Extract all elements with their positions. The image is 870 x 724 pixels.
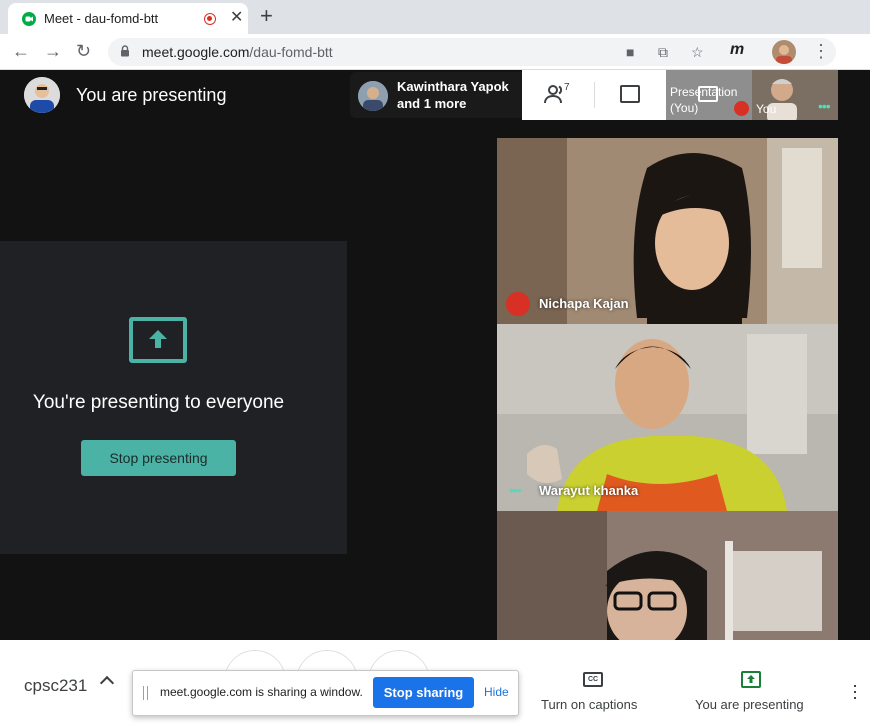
camera-icon[interactable]: ■ [626,43,634,61]
present-now-icon[interactable] [741,671,761,688]
close-tab-icon[interactable]: ✕ [230,9,243,27]
mic-off-icon [734,101,749,116]
url-text: meet.google.com/dau-fomd-btt [142,44,333,60]
video-tile[interactable]: ••• Warayut khanka [497,324,838,511]
sharing-notification: meet.google.com is sharing a window. Sto… [132,670,519,716]
lock-icon [121,45,129,57]
participant-video [497,511,838,640]
turn-on-captions-button[interactable]: Turn on captions [541,697,637,712]
browser-tabstrip: Meet - dau-fomd-btt ✕ + [0,0,870,34]
self-view-thumbnail[interactable]: You ••• [752,70,838,120]
speaking-indicator-icon: ••• [818,98,831,114]
chat-icon[interactable] [620,85,640,103]
presenting-message: You're presenting to everyone [32,392,285,413]
reload-icon[interactable]: ↻ [76,40,91,62]
captions-icon[interactable]: CC [583,672,603,687]
recording-icon [204,13,216,25]
presenting-panel: You're presenting to everyone Stop prese… [0,241,347,554]
present-screen-icon [698,86,718,102]
meeting-controls: 7 [522,70,666,120]
presentation-thumbnail[interactable]: Presentation (You) [666,70,752,120]
stop-presenting-button[interactable]: Stop presenting [81,440,236,476]
stop-sharing-button[interactable]: Stop sharing [373,677,474,708]
browser-menu-icon[interactable]: ⋮ [812,40,830,62]
video-tile[interactable] [497,511,838,640]
participant-name: Warayut khanka [539,483,639,498]
chevron-up-icon[interactable] [99,675,115,691]
mic-off-icon [506,292,530,316]
drag-handle-icon[interactable] [143,686,148,700]
presenter-avatar [24,77,60,113]
active-speaker-chip[interactable]: Kawinthara Yapok and 1 more [350,72,522,118]
you-are-presenting-button[interactable]: You are presenting [695,697,804,712]
more-options-icon[interactable]: · · · [852,676,858,706]
video-tile[interactable]: Nichapa Kajan [497,138,838,324]
present-to-all-icon [129,317,187,363]
address-bar[interactable]: meet.google.com/dau-fomd-btt ■ ⧉ ☆ [108,38,836,66]
participant-count: 7 [564,82,570,93]
extension-m-icon[interactable]: m [730,41,744,59]
meet-logo-icon [22,12,36,26]
divider [594,82,595,108]
presenting-title: You are presenting [76,85,227,105]
back-icon[interactable]: ← [12,40,30,62]
meeting-code[interactable]: cpsc231 [24,676,87,696]
tab-title: Meet - dau-fomd-btt [44,11,159,26]
browser-tab-meet[interactable]: Meet - dau-fomd-btt ✕ [8,3,248,34]
speaking-indicator-icon: ••• [509,482,522,498]
translate-icon[interactable]: ⧉ [658,43,668,61]
speaker-avatar [358,81,388,111]
bookmark-star-icon[interactable]: ☆ [691,43,704,61]
participant-name: Nichapa Kajan [539,296,629,311]
self-view-label: You [756,102,777,116]
hide-link[interactable]: Hide [484,685,509,699]
new-tab-icon[interactable]: + [260,5,273,27]
sharing-message: meet.google.com is sharing a window. [160,685,363,699]
forward-icon[interactable]: → [44,40,62,62]
profile-avatar[interactable] [772,40,796,64]
speaker-names: Kawinthara Yapok and 1 more [397,79,509,111]
